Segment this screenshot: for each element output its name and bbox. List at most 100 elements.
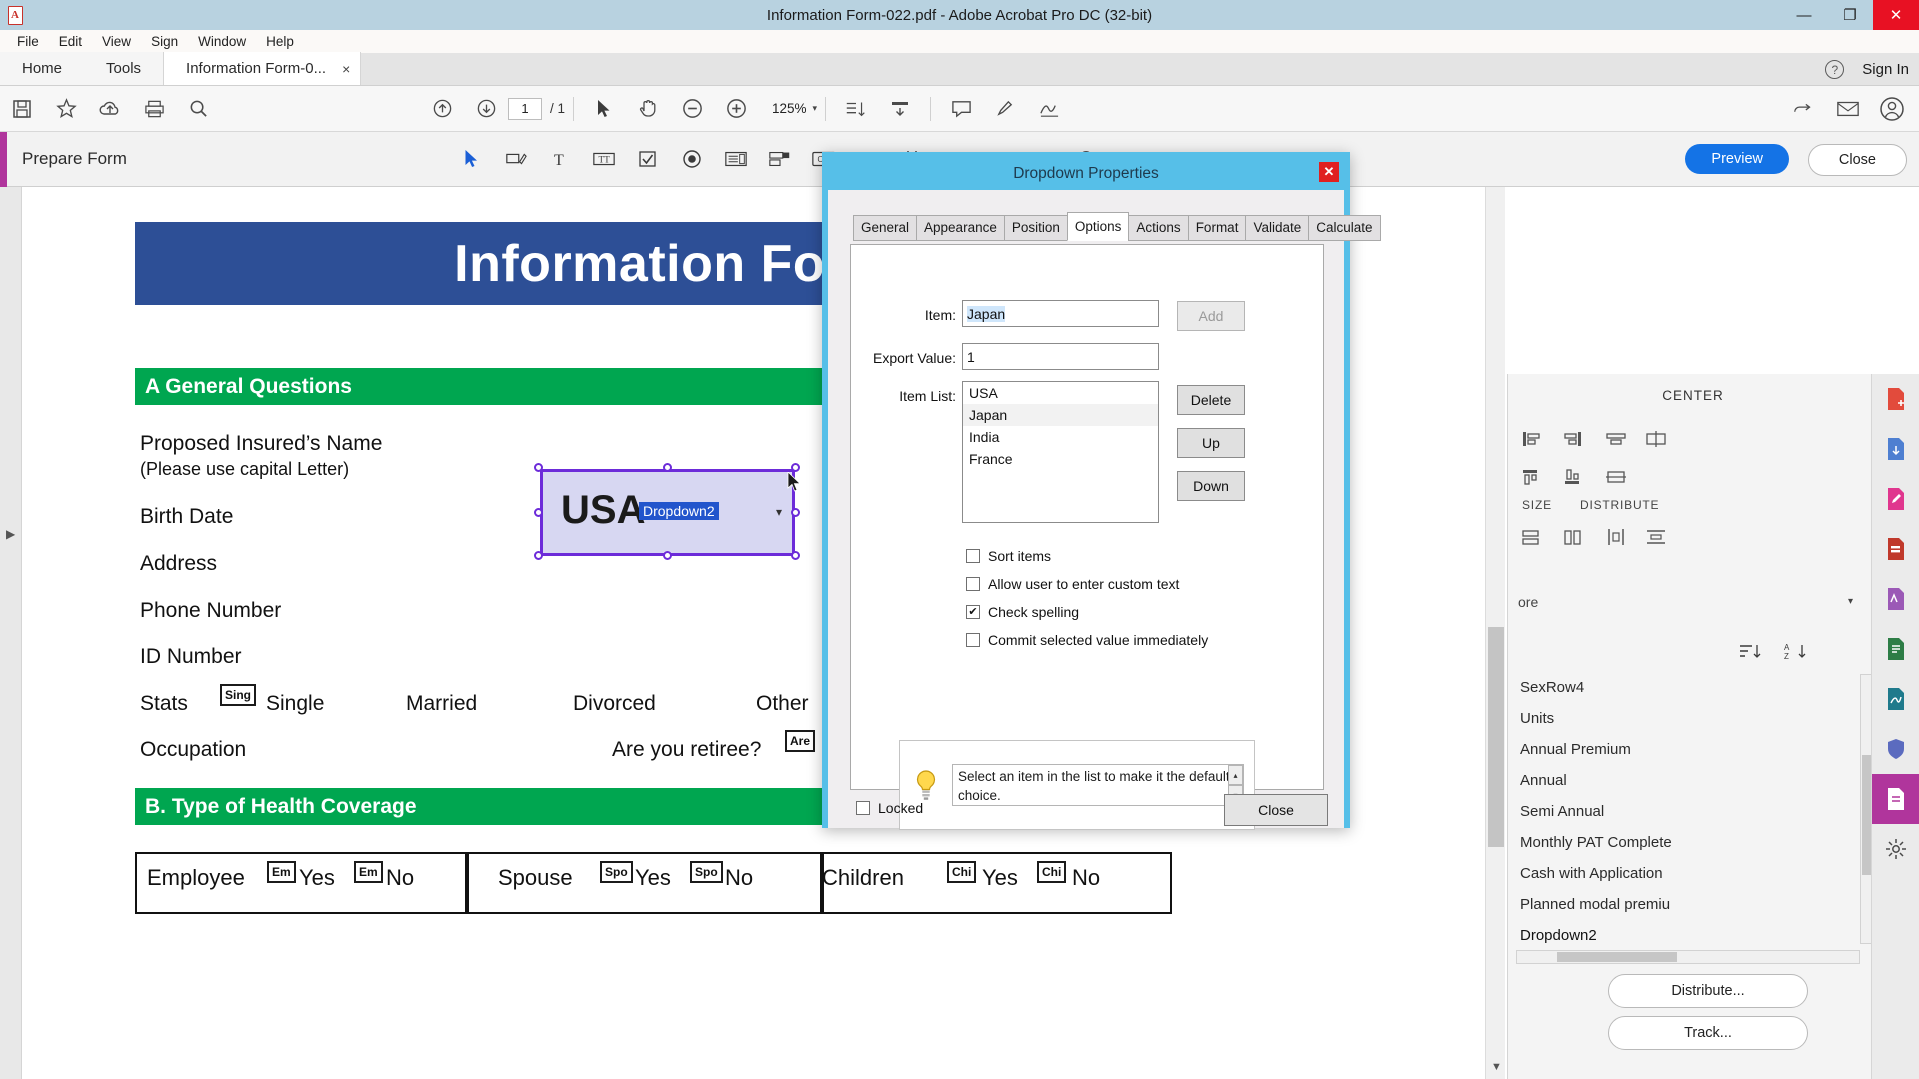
search-icon[interactable] xyxy=(183,94,213,124)
fit-page-icon[interactable] xyxy=(841,94,871,124)
signature-icon[interactable] xyxy=(1034,94,1064,124)
tab-tools[interactable]: Tools xyxy=(84,52,164,85)
list-item[interactable]: India xyxy=(963,426,1158,448)
comment-icon[interactable] xyxy=(946,94,976,124)
tab-actions[interactable]: Actions xyxy=(1128,215,1189,241)
list-item[interactable]: Annual Premium xyxy=(1516,734,1858,765)
resize-handle-ml[interactable] xyxy=(534,508,543,517)
expand-panel-icon[interactable]: ▶ xyxy=(6,527,15,541)
more-tools-icon[interactable] xyxy=(1872,824,1919,874)
menu-item-sign[interactable]: Sign xyxy=(141,32,188,51)
children-yes-tag[interactable]: Chi xyxy=(947,861,977,883)
export-pdf-icon[interactable] xyxy=(1872,424,1919,474)
list-item[interactable]: France xyxy=(963,448,1158,470)
list-item[interactable]: Monthly PAT Complete xyxy=(1516,827,1858,858)
up-button[interactable]: Up xyxy=(1177,428,1245,458)
align-right-icon[interactable] xyxy=(1558,426,1588,452)
prepare-form-tool-icon[interactable] xyxy=(1872,774,1919,824)
single-field-tag[interactable]: Sing xyxy=(220,684,256,706)
scroll-down-icon[interactable]: ▼ xyxy=(1491,1061,1502,1073)
field-list-hscrollbar-thumb[interactable] xyxy=(1557,952,1677,962)
close-prepare-form-button[interactable]: Close xyxy=(1807,144,1907,176)
employee-no-tag[interactable]: Em xyxy=(354,861,383,883)
check-spelling-checkbox[interactable]: ✔ xyxy=(966,605,980,619)
star-icon[interactable] xyxy=(51,94,81,124)
align-middle-icon[interactable] xyxy=(1601,464,1631,490)
resize-handle-br[interactable] xyxy=(791,551,800,560)
down-button[interactable]: Down xyxy=(1177,471,1245,501)
retiree-field-tag[interactable]: Are xyxy=(785,730,816,752)
comment-tool-icon[interactable] xyxy=(1872,574,1919,624)
list-item-selected[interactable]: Japan xyxy=(963,404,1158,426)
list-item[interactable]: Planned modal premiu xyxy=(1516,889,1858,920)
allow-custom-text-checkbox[interactable] xyxy=(966,577,980,591)
resize-handle-tc[interactable] xyxy=(663,463,672,472)
employee-yes-tag[interactable]: Em xyxy=(267,861,296,883)
list-item[interactable]: Annual xyxy=(1516,765,1858,796)
commit-immediately-row[interactable]: Commit selected value immediately xyxy=(966,632,1208,648)
save-icon[interactable] xyxy=(7,94,37,124)
next-page-icon[interactable] xyxy=(471,94,501,124)
select-object-icon[interactable] xyxy=(457,145,487,173)
tab-document[interactable]: Information Form-0... × xyxy=(163,52,362,85)
delete-button[interactable]: Delete xyxy=(1177,385,1245,415)
dropdown-caret-icon[interactable]: ▾ xyxy=(776,505,782,519)
align-bottom-icon[interactable] xyxy=(1558,464,1588,490)
tip-text-box[interactable]: Select an item in the list to make it th… xyxy=(952,764,1244,806)
organize-pages-icon[interactable] xyxy=(1872,624,1919,674)
left-navigation-rail[interactable]: ▶ xyxy=(0,187,22,1079)
resize-handle-bl[interactable] xyxy=(534,551,543,560)
distribute-horizontal-icon[interactable] xyxy=(1641,524,1671,550)
menu-item-view[interactable]: View xyxy=(92,32,141,51)
chevron-down-icon[interactable]: ▾ xyxy=(813,103,818,114)
zoom-in-icon[interactable] xyxy=(721,94,751,124)
page-number-input[interactable]: 1 xyxy=(508,97,542,120)
radio-button-field-icon[interactable] xyxy=(677,145,707,173)
fill-sign-icon[interactable] xyxy=(1872,674,1919,724)
sort-alphabetical-icon[interactable]: AZ xyxy=(1784,642,1808,663)
locked-row[interactable]: Locked xyxy=(856,800,923,816)
account-avatar-icon[interactable] xyxy=(1877,94,1907,124)
tab-appearance[interactable]: Appearance xyxy=(916,215,1005,241)
window-close-button[interactable]: ✕ xyxy=(1873,0,1919,30)
align-center-horizontal-icon[interactable] xyxy=(1601,426,1631,452)
text-box-icon[interactable]: TT xyxy=(589,145,619,173)
tab-home[interactable]: Home xyxy=(0,52,85,85)
menu-item-help[interactable]: Help xyxy=(256,32,304,51)
menu-item-window[interactable]: Window xyxy=(188,32,256,51)
resize-handle-mr[interactable] xyxy=(791,508,800,517)
tab-options[interactable]: Options xyxy=(1066,212,1130,241)
minimize-button[interactable]: — xyxy=(1781,0,1827,30)
help-icon[interactable]: ? xyxy=(1825,60,1845,79)
tab-general[interactable]: General xyxy=(853,215,918,241)
tab-calculate[interactable]: Calculate xyxy=(1308,215,1381,241)
field-list-horizontal-scrollbar[interactable] xyxy=(1516,950,1860,964)
hand-tool-icon[interactable] xyxy=(633,94,663,124)
checkbox-field-icon[interactable] xyxy=(633,145,663,173)
children-no-tag[interactable]: Chi xyxy=(1037,861,1067,883)
dialog-close-button[interactable]: Close xyxy=(1224,794,1328,826)
sort-items-row[interactable]: Sort items xyxy=(966,548,1051,564)
same-height-icon[interactable] xyxy=(1558,524,1588,550)
list-box-field-icon[interactable] xyxy=(721,145,751,173)
same-width-icon[interactable] xyxy=(1516,524,1546,550)
locked-checkbox[interactable] xyxy=(856,801,870,815)
resize-handle-tl[interactable] xyxy=(534,463,543,472)
zoom-out-icon[interactable] xyxy=(677,94,707,124)
distribute-vertical-icon[interactable] xyxy=(1601,524,1631,550)
create-pdf-icon[interactable] xyxy=(1872,374,1919,424)
previous-page-icon[interactable] xyxy=(427,94,457,124)
dropdown-field-icon[interactable] xyxy=(765,145,795,173)
print-icon[interactable] xyxy=(139,94,169,124)
distribute-button[interactable]: Distribute... xyxy=(1608,974,1808,1008)
tab-position[interactable]: Position xyxy=(1003,215,1068,241)
tab-format[interactable]: Format xyxy=(1187,215,1247,241)
list-item[interactable]: Semi Annual xyxy=(1516,796,1858,827)
form-field-list[interactable]: SexRow4 Units Annual Premium Annual Semi… xyxy=(1516,672,1858,952)
dropdown-form-field[interactable]: USA Dropdown2 ▾ xyxy=(540,469,795,556)
tab-close-icon[interactable]: × xyxy=(342,61,350,77)
commit-immediately-checkbox[interactable] xyxy=(966,633,980,647)
list-item[interactable]: SexRow4 xyxy=(1516,672,1858,703)
item-list-box[interactable]: USA Japan India France xyxy=(962,381,1159,523)
dialog-close-icon[interactable]: ✕ xyxy=(1319,162,1339,182)
